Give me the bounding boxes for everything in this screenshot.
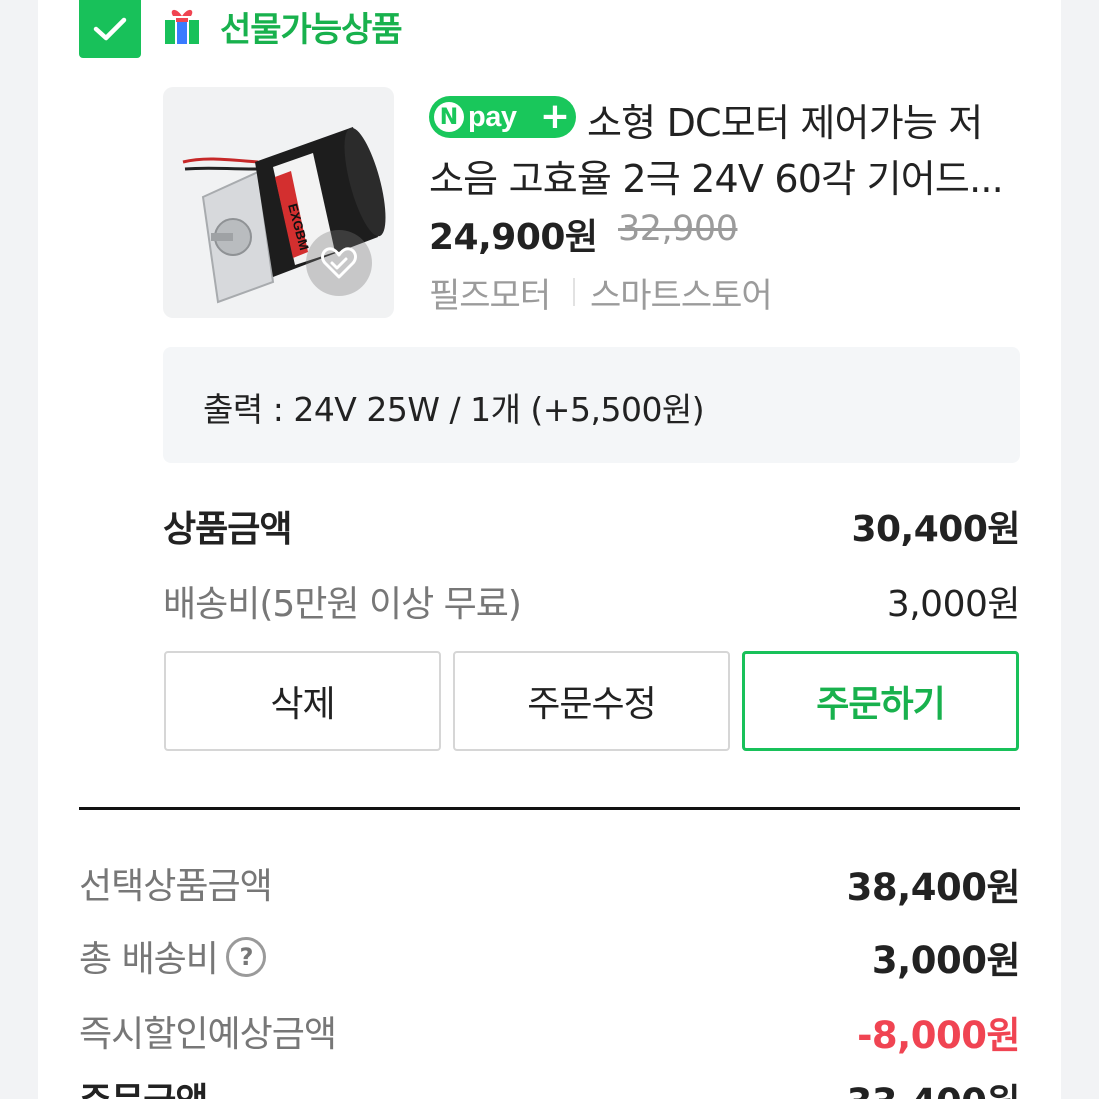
product-title-line1[interactable]: 소형 DC모터 제어가능 저	[587, 92, 983, 147]
discount-value: -8,000원	[857, 1014, 1020, 1057]
help-icon[interactable]: ?	[225, 937, 266, 977]
wishlist-button[interactable]	[306, 230, 372, 296]
npay-label: pay	[468, 100, 517, 133]
option-text: 출력 : 24V 25W / 1개 (+5,500원)	[203, 390, 705, 429]
order-amount-label: 주문금액	[79, 1072, 208, 1099]
total-shipping-row: 총 배송비?	[79, 930, 266, 982]
gift-icon	[165, 9, 199, 44]
select-checkbox[interactable]	[79, 0, 141, 58]
total-shipping-value: 3,000원	[871, 939, 1021, 982]
plus-icon: +	[539, 96, 570, 137]
item-amount-label: 상품금액	[163, 509, 292, 550]
seller-name[interactable]: 필즈모터	[429, 268, 551, 317]
selected-amount-label: 선택상품금액	[79, 866, 273, 907]
npay-n-icon: N	[434, 102, 464, 132]
check-icon	[93, 17, 127, 41]
section-divider	[79, 807, 1020, 810]
item-shipping-value: 3,000원	[886, 584, 1021, 625]
npay-plus-badge: N pay +	[429, 96, 576, 138]
item-amount-value: 30,400원	[851, 509, 1020, 550]
discount-label: 즉시할인예상금액	[79, 1014, 337, 1055]
store-type: 스마트스토어	[590, 276, 773, 316]
total-shipping-label: 총 배송비	[79, 939, 219, 980]
heart-icon	[321, 247, 357, 279]
edit-order-button[interactable]: 주문수정	[453, 651, 730, 751]
selected-option: 출력 : 24V 25W / 1개 (+5,500원)	[163, 347, 1020, 463]
product-image[interactable]: EXGBM	[163, 87, 394, 318]
sale-price: 24,900원	[429, 217, 598, 258]
delete-button[interactable]: 삭제	[164, 651, 441, 751]
order-button[interactable]: 주문하기	[742, 651, 1019, 751]
product-title-line2[interactable]: 소음 고효율 2극 24V 60각 기어드...	[429, 148, 1004, 203]
selected-amount-value: 38,400원	[846, 866, 1021, 909]
order-amount-value: 33,400원	[847, 1072, 1021, 1099]
seller-divider	[573, 278, 575, 306]
item-shipping-label: 배송비(5만원 이상 무료)	[163, 584, 522, 625]
original-price: 32,900	[618, 209, 738, 249]
gift-available-label: 선물가능상품	[220, 10, 403, 50]
